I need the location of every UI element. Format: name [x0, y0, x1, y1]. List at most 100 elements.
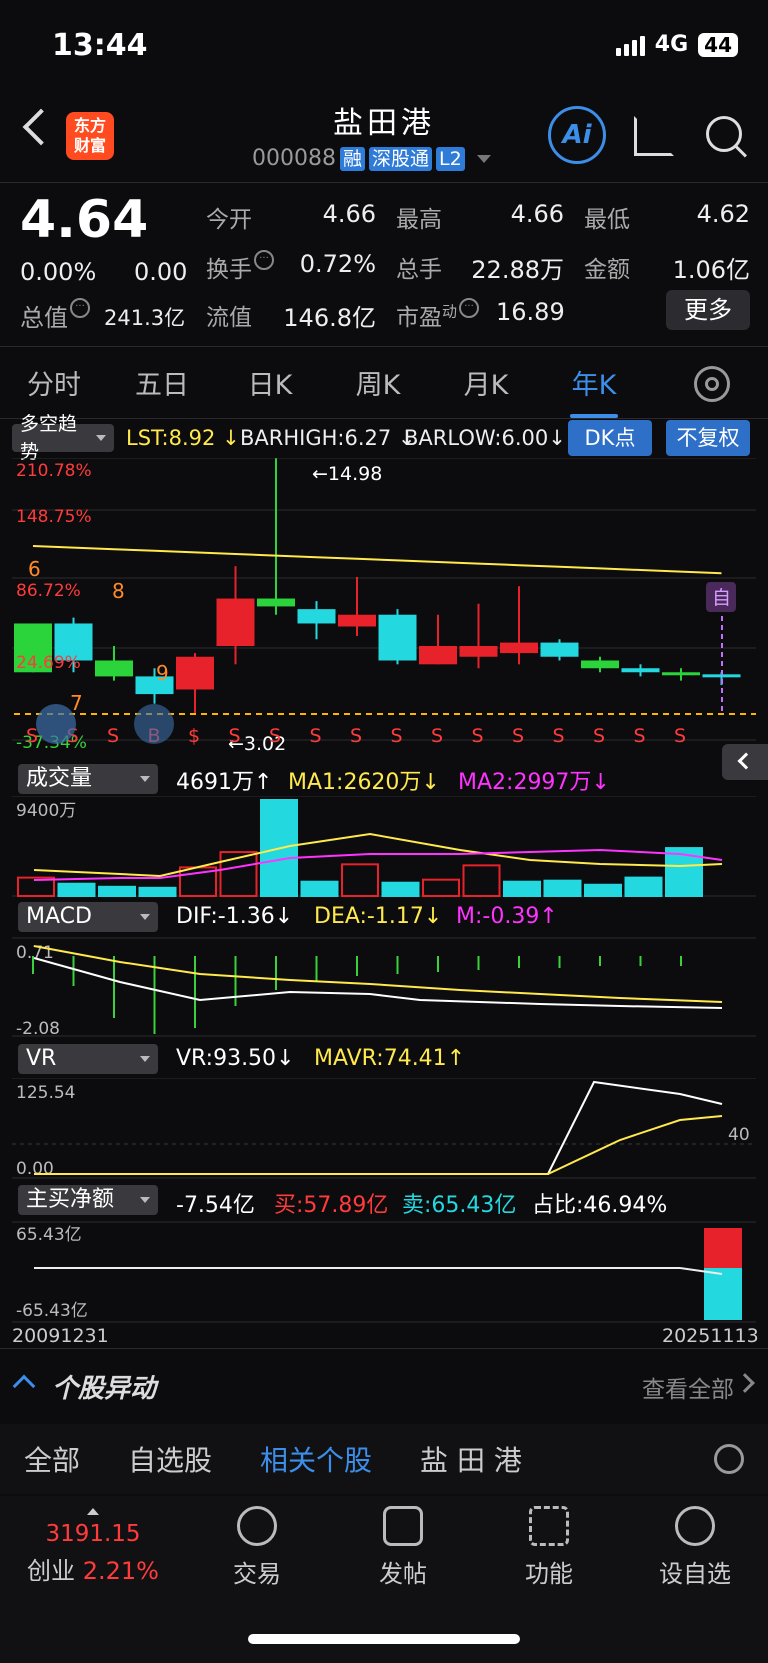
nav-post[interactable]: 发帖	[330, 1496, 476, 1589]
signal-marker-9: S	[391, 725, 403, 747]
nav-add-watchlist[interactable]: 设自选	[622, 1496, 768, 1589]
vr-value: VR:93.50↓	[176, 1046, 295, 1071]
vr-top-label: 125.54	[16, 1083, 75, 1103]
volume-value-text: 4691万↑	[176, 770, 273, 795]
chevron-left-icon	[737, 752, 755, 770]
vr-indicator-select[interactable]: VR	[18, 1044, 158, 1074]
barlow-value: BARLOW:6.00↓	[404, 426, 566, 450]
ai-button[interactable]: Ai	[548, 106, 606, 164]
net-buy-indicator-select[interactable]: 主买净额	[18, 1185, 158, 1215]
macd-chart: 0.71 -2.08	[12, 937, 756, 1039]
stock-alert-row[interactable]: 个股异动 查看全部	[0, 1348, 768, 1422]
volume-bar-3	[138, 886, 177, 898]
signal-marker-2: S	[107, 725, 119, 747]
chevron-down-icon	[96, 435, 106, 441]
candle-13	[540, 639, 579, 661]
stock-code: 000088	[252, 146, 336, 171]
news-tab-watchlist[interactable]: 自选股	[104, 1439, 236, 1479]
float-cap-value: 146.8亿	[283, 304, 376, 332]
tab-five-day[interactable]: 五日	[108, 363, 216, 402]
volume-bar-14	[584, 883, 622, 898]
index-value: 3191.15	[45, 1521, 141, 1547]
info-icon[interactable]: ···	[70, 298, 90, 318]
vr-line	[34, 1080, 723, 1175]
signal-marker-4: $	[188, 725, 200, 747]
change-pct: 0.00%	[20, 258, 97, 286]
dk-point-button[interactable]: DK点	[568, 420, 652, 456]
lst-value: LST:8.92 ↓	[126, 426, 240, 450]
battery-icon: 44	[698, 32, 738, 57]
stock-header: 东方 财富 盐田港 000088 融 深股通 L2 Ai	[0, 92, 768, 182]
alert-title: 个股异动	[52, 1374, 157, 1404]
signal-marker-13: S	[553, 725, 565, 747]
news-tab-related[interactable]: 相关个股	[236, 1439, 396, 1479]
count-label-6: 6	[28, 557, 41, 581]
more-dots-icon	[675, 1506, 715, 1546]
current-price: 4.64	[20, 190, 149, 250]
status-bar-right: 4G 44	[615, 32, 738, 57]
candle-2	[95, 646, 133, 681]
candle-8	[338, 576, 376, 636]
lst-line	[32, 545, 722, 575]
vr-bottom-label: 0.00	[16, 1159, 54, 1179]
tab-weekly-k[interactable]: 周K	[324, 363, 432, 402]
info-icon[interactable]: ···	[254, 250, 274, 270]
chevron-right-icon	[735, 1373, 755, 1393]
info-icon[interactable]: ···	[459, 298, 480, 318]
volume-bar-10	[422, 878, 460, 898]
pct-label-1: 210.78%	[16, 461, 92, 481]
date-end: 20251113	[662, 1325, 759, 1347]
mavr-value: MAVR:74.41↑	[314, 1046, 466, 1071]
more-button[interactable]: 更多	[666, 290, 750, 330]
buy-bar	[704, 1228, 742, 1268]
volume-indicator-select[interactable]: 成交量	[18, 764, 158, 794]
period-tabs: 分时 五日 日K 周K 月K 年K	[0, 346, 768, 418]
count-label-7: 7	[70, 691, 83, 715]
candle-4	[176, 653, 214, 713]
high-label: 最高	[396, 207, 442, 233]
view-all-link[interactable]: 查看全部	[642, 1370, 734, 1404]
volume-bar-11	[462, 864, 501, 897]
macd-dif: DIF:-1.36↓	[176, 904, 294, 929]
max-price-annotation: ←14.98	[312, 463, 382, 485]
index-ticker[interactable]: 3191.15 创业 2.21%	[20, 1496, 166, 1586]
amount-value: 1.06亿	[672, 256, 750, 284]
buy-value: 买:57.89亿	[274, 1193, 389, 1218]
total-cap: 241.3亿	[104, 306, 186, 330]
volume-ma1: MA1:2620万↓	[288, 770, 440, 795]
edit-icon	[383, 1506, 423, 1546]
candle-11	[459, 603, 498, 669]
collapse-panel-button[interactable]	[722, 744, 768, 780]
signal-marker-10: S	[431, 725, 443, 747]
macd-indicator-select[interactable]: MACD	[18, 902, 158, 932]
gear-icon[interactable]	[714, 1444, 744, 1474]
amount-label: 金额	[584, 257, 630, 283]
kline-chart[interactable]: 210.78% 148.75% 86.72% 24.69% -37.34% ←1…	[0, 458, 768, 758]
signal-marker-8: S	[350, 725, 362, 747]
signal-markers: SSSB$SSSSSSSSSSSS	[26, 725, 686, 747]
news-tab-stock[interactable]: 盐 田 港	[396, 1439, 546, 1479]
chevron-up-icon[interactable]	[12, 1374, 36, 1398]
gear-icon-center	[705, 377, 719, 391]
tab-intraday[interactable]: 分时	[0, 363, 108, 402]
pe-label: 市盈动 ···	[396, 298, 480, 332]
pct-label-2: 148.75%	[16, 507, 92, 527]
no-adjust-button[interactable]: 不复权	[666, 420, 750, 456]
news-tab-all[interactable]: 全部	[0, 1439, 104, 1479]
tab-daily-k[interactable]: 日K	[216, 363, 324, 402]
chevron-down-icon	[476, 154, 491, 163]
share-icon[interactable]	[634, 116, 674, 156]
main-indicator-select[interactable]: 多空趋势	[12, 413, 114, 463]
macd-histogram	[32, 956, 682, 1034]
tab-monthly-k[interactable]: 月K	[432, 363, 540, 402]
volume-bar-9	[381, 881, 420, 897]
candle-7	[297, 601, 336, 640]
tab-yearly-k[interactable]: 年K	[540, 363, 648, 418]
stock-code-row[interactable]: 000088 融 深股通 L2	[252, 146, 491, 171]
yen-icon	[237, 1506, 277, 1546]
status-time: 13:44	[52, 28, 148, 63]
nav-functions[interactable]: 功能	[476, 1496, 622, 1589]
nav-trade[interactable]: 交易	[184, 1496, 330, 1589]
self-marker: 自	[712, 587, 731, 609]
signal-marker-5: S	[229, 725, 241, 747]
